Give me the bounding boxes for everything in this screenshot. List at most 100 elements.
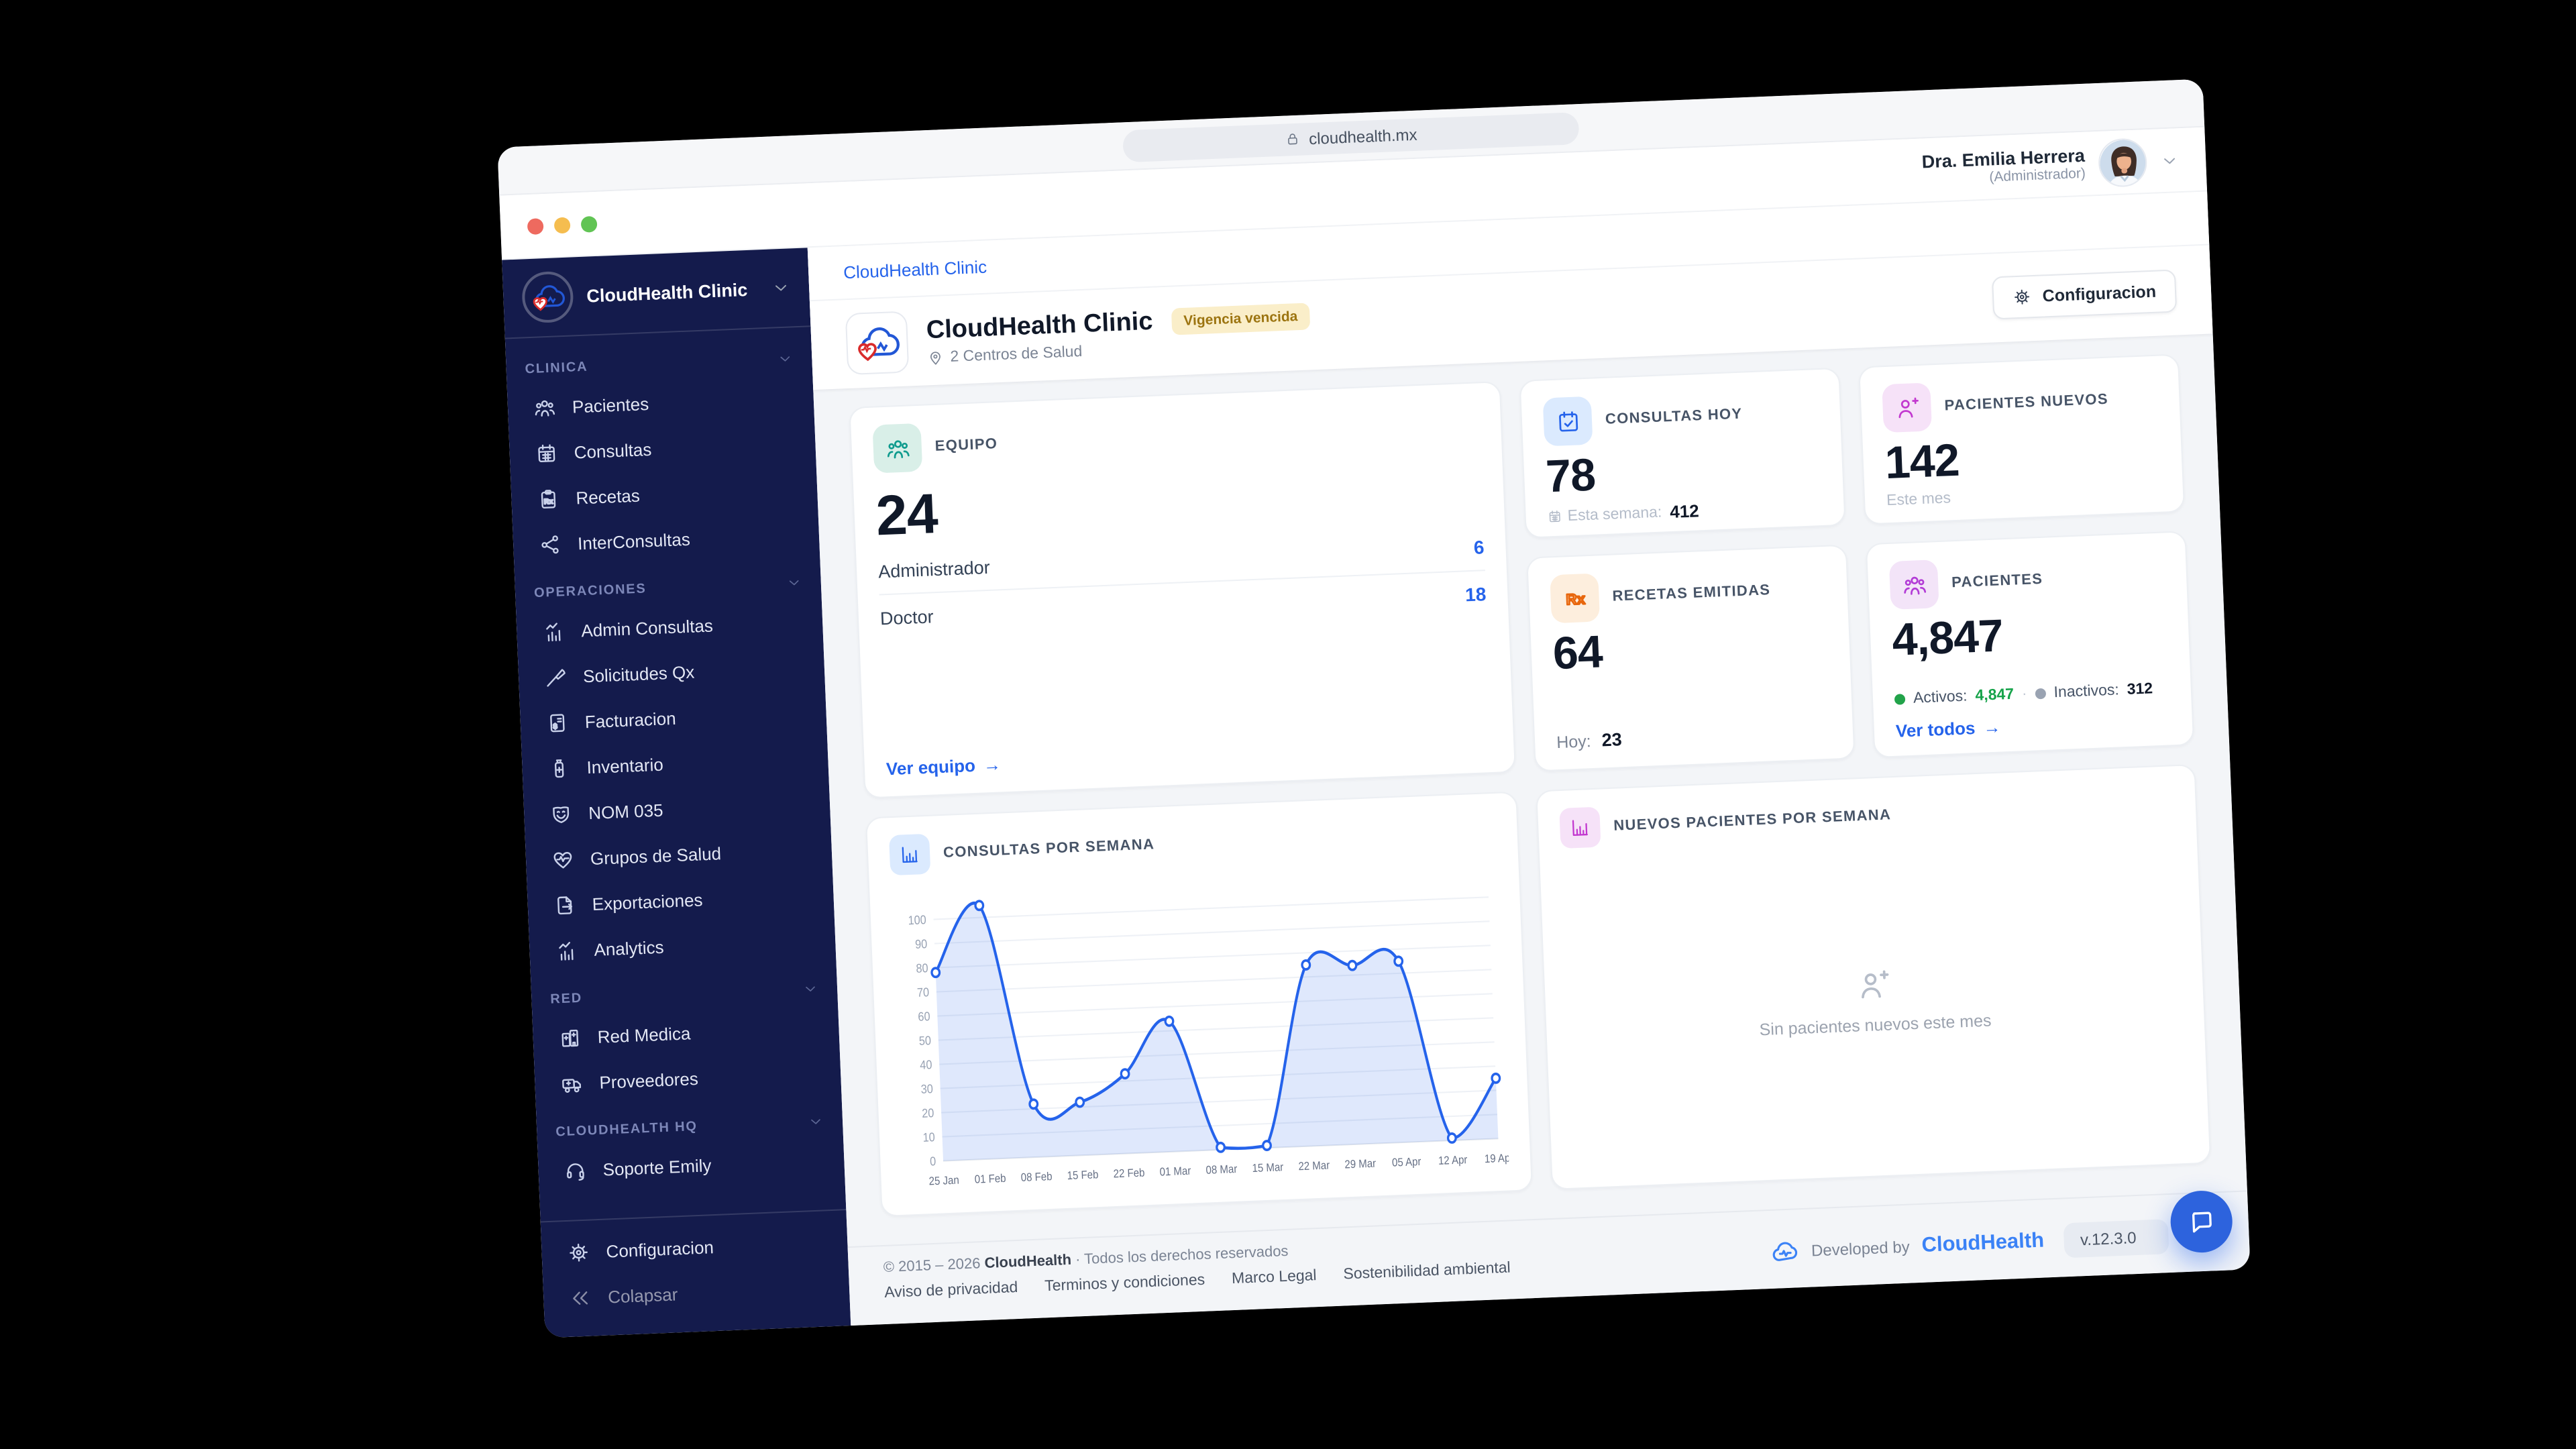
nuevos-pacientes-chart-card: NUEVOS PACIENTES POR SEMANA Sin paciente… (1536, 764, 2211, 1190)
user-plus-icon (1882, 382, 1932, 433)
presentation-stage: cloudhealth.mx Dra. Emilia Herrera (Admi… (0, 0, 2576, 1449)
svg-text:15 Feb: 15 Feb (1067, 1168, 1098, 1182)
empty-state-text: Sin pacientes nuevos este mes (1759, 1010, 1992, 1038)
svg-text:90: 90 (915, 936, 928, 951)
address-bar[interactable]: cloudhealth.mx (1122, 111, 1579, 162)
pacientes-nuevos-value: 142 (1884, 427, 2161, 490)
svg-text:01 Feb: 01 Feb (974, 1172, 1006, 1186)
sidebar-item-label: Soporte Emily (602, 1155, 712, 1179)
substat-label: Este mes (1886, 490, 1951, 509)
pacientes-progress-bar (1894, 668, 2169, 679)
maximize-window-button[interactable] (581, 215, 598, 232)
svg-text:12 Apr: 12 Apr (1438, 1153, 1468, 1167)
svg-text:30: 30 (920, 1081, 933, 1096)
svg-text:20: 20 (922, 1106, 934, 1120)
prescription-icon (537, 486, 560, 510)
pin-icon (927, 349, 944, 366)
legend-separator: · (2022, 686, 2028, 702)
scalpel-icon (543, 665, 567, 688)
arrow-right-icon: → (1983, 717, 2001, 738)
equipo-card: EQUIPO 24 Administrador 6 Doctor 18 (849, 381, 1516, 799)
sidebar-item-label: Analytics (594, 936, 664, 959)
users-icon (533, 396, 556, 419)
activos-value: 4,847 (1975, 687, 2014, 704)
chevron-down-icon (808, 1113, 824, 1130)
sidebar-item-interconsultas[interactable]: InterConsultas (531, 511, 801, 568)
cloudhealth-logo-icon (521, 270, 574, 323)
sidebar-item-label: Solicitudes Qx (582, 661, 694, 686)
collapse-icon (569, 1286, 592, 1309)
empty-state: Sin pacientes nuevos este mes (1561, 824, 2188, 1177)
sidebar-item-label: Consultas (574, 439, 652, 462)
section-label: OPERACIONES (534, 581, 647, 600)
developed-by-brand[interactable]: CloudHealth (1921, 1230, 2045, 1258)
chart-title: NUEVOS PACIENTES POR SEMANA (1613, 807, 1892, 835)
activos-label: Activos: (1913, 688, 1968, 706)
rx-icon (1550, 573, 1600, 623)
pacientes-card: PACIENTES 4,847 Activos: 4,847 · In (1866, 531, 2194, 758)
configuracion-button[interactable]: Configuracion (1992, 270, 2177, 320)
pacientes-nuevos-card: PACIENTES NUEVOS 142 Este mes (1858, 354, 2185, 525)
sidebar-item-proveedores[interactable]: Proveedores (553, 1050, 822, 1106)
team-icon (872, 423, 922, 474)
svg-text:19 Apr: 19 Apr (1485, 1152, 1510, 1166)
clinic-subtitle-label: 2 Centros de Salud (950, 343, 1083, 365)
footer-link-terminos[interactable]: Terminos y condiciones (1044, 1273, 1205, 1295)
recetas-hoy-stat: Hoy: 23 (1556, 721, 1832, 752)
svg-text:25 Jan: 25 Jan (928, 1174, 959, 1188)
card-label: CONSULTAS HOY (1605, 407, 1743, 428)
sidebar-item-label: Inventario (586, 754, 663, 777)
developed-by-label: Developed by (1811, 1238, 1910, 1260)
link-label: Ver todos (1895, 718, 1976, 741)
role-count: 18 (1465, 583, 1487, 605)
copyright-brand: CloudHealth (984, 1252, 1071, 1272)
developed-by: Developed by CloudHealth v.12.3.0 (1769, 1219, 2169, 1270)
version-badge: v.12.3.0 (2063, 1219, 2169, 1258)
role-name: Administrador (878, 557, 991, 582)
main-content: CloudHealth Clinic CloudHealth Clinic Vi… (808, 192, 2251, 1326)
pacientes-progress-fill (1894, 669, 2152, 679)
ver-equipo-link[interactable]: Ver equipo → (885, 735, 1492, 779)
sidebar-brand[interactable]: CloudHealth Clinic (502, 248, 810, 337)
file-export-icon (553, 893, 576, 916)
cloud-icon (1769, 1236, 1800, 1267)
role-name: Doctor (879, 606, 934, 628)
calendar-icon (535, 441, 558, 465)
bottle-icon (547, 756, 571, 780)
share-icon (539, 532, 562, 555)
footer-link-aviso[interactable]: Aviso de privacidad (884, 1280, 1018, 1301)
user-plus-icon (1856, 966, 1892, 1002)
footer-link-sostenibilidad[interactable]: Sostenibilidad ambiental (1343, 1260, 1511, 1283)
calendar-check-icon (1543, 396, 1593, 447)
mask-icon (549, 802, 573, 825)
avatar[interactable] (2098, 137, 2148, 187)
minimize-window-button[interactable] (554, 217, 571, 233)
dashboard-grid: EQUIPO 24 Administrador 6 Doctor 18 (813, 333, 2246, 1226)
section-label: CLINICA (525, 360, 588, 377)
consultas-chart: 010203040506070809010025 Jan01 Feb08 Feb… (890, 851, 1509, 1204)
chart-title: CONSULTAS POR SEMANA (943, 837, 1155, 861)
section-label: CLOUDHEALTH HQ (555, 1119, 698, 1139)
footer-link-marco-legal[interactable]: Marco Legal (1232, 1268, 1317, 1287)
sidebar-item-label: Configuracion (606, 1236, 714, 1260)
close-window-button[interactable] (527, 217, 544, 234)
sidebar-collapse-button[interactable]: Colapsar (561, 1265, 831, 1321)
activos-dot-icon (1894, 694, 1906, 705)
svg-text:08 Feb: 08 Feb (1020, 1170, 1052, 1184)
users-icon (1889, 559, 1939, 610)
url-text: cloudhealth.mx (1309, 125, 1417, 148)
hospital-icon (558, 1026, 582, 1049)
sidebar-item-label: InterConsultas (578, 529, 691, 553)
browser-window: cloudhealth.mx Dra. Emilia Herrera (Admi… (497, 79, 2250, 1338)
copyright-rights: · Todos los derechos reservados (1075, 1244, 1289, 1269)
sidebar-item-label: Grupos de Salud (590, 843, 721, 868)
heart-pulse-icon (551, 847, 574, 871)
recetas-value: 64 (1552, 618, 1829, 681)
role-count: 6 (1473, 536, 1485, 558)
user-menu[interactable]: Dra. Emilia Herrera (Administrador) (1921, 136, 2180, 194)
breadcrumb-label: CloudHealth Clinic (843, 257, 987, 283)
consultas-chart-card: CONSULTAS POR SEMANA 0102030405060708090… (865, 792, 1533, 1218)
svg-text:80: 80 (916, 961, 928, 975)
svg-text:10: 10 (922, 1130, 935, 1144)
ver-todos-link[interactable]: Ver todos → (1895, 710, 2171, 741)
